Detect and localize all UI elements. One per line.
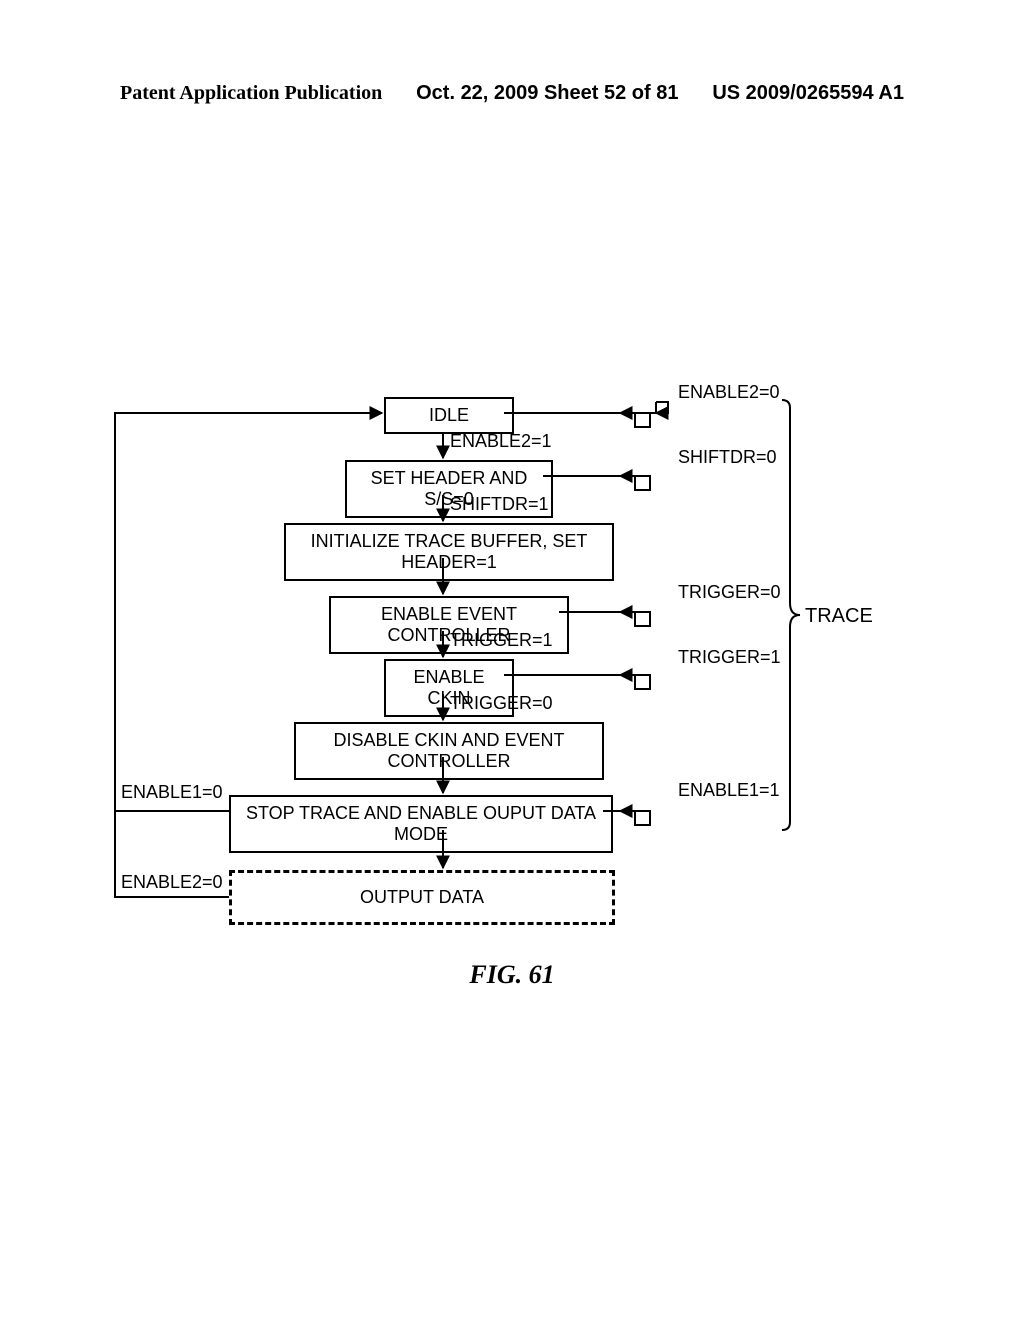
document-header: Patent Application Publication Oct. 22, … — [0, 82, 1024, 105]
trace-group-label: TRACE — [805, 605, 873, 628]
state-disable-ckin: DISABLE CKIN AND EVENT CONTROLLER — [294, 722, 604, 780]
label-enable1-0: ENABLE1=0 — [121, 782, 223, 803]
state-stop-trace: STOP TRACE AND ENABLE OUPUT DATA MODE — [229, 795, 613, 853]
label-shiftdr-1: SHIFTDR=1 — [450, 494, 549, 515]
label-shiftdr-0: SHIFTDR=0 — [678, 447, 777, 468]
state-idle: IDLE — [384, 397, 514, 434]
label-enable2-1: ENABLE2=1 — [450, 431, 552, 452]
label-trigger-0: TRIGGER=0 — [678, 582, 781, 603]
label-trigger-1b: TRIGGER=1 — [678, 647, 781, 668]
figure-title: FIG. 61 — [0, 960, 1024, 990]
label-trigger-1: TRIGGER=1 — [450, 630, 553, 651]
label-enable2-0: ENABLE2=0 — [678, 382, 780, 403]
header-publication: Patent Application Publication — [120, 82, 382, 105]
label-enable2-0b: ENABLE2=0 — [121, 872, 223, 893]
state-init-buffer: INITIALIZE TRACE BUFFER, SET HEADER=1 — [284, 523, 614, 581]
state-output-data: OUTPUT DATA — [229, 870, 615, 925]
header-patent-number: US 2009/0265594 A1 — [712, 82, 904, 105]
header-date-sheet: Oct. 22, 2009 Sheet 52 of 81 — [416, 82, 678, 105]
label-enable1-1: ENABLE1=1 — [678, 780, 780, 801]
label-trigger-0b: TRIGGER=0 — [450, 693, 553, 714]
